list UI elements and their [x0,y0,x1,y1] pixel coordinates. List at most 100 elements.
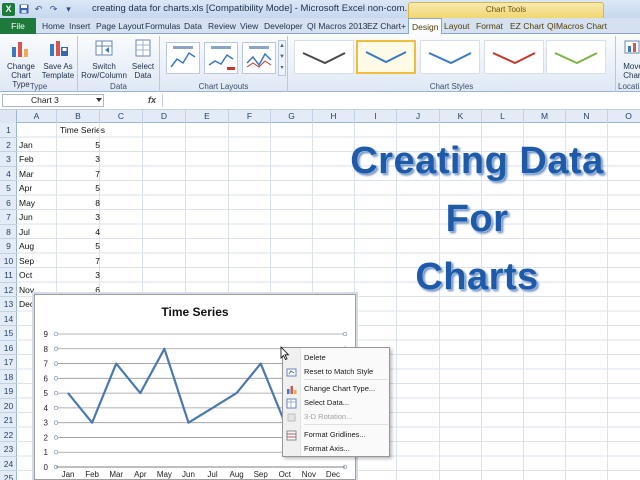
cell-value[interactable]: 7 [60,254,100,268]
row-header[interactable]: 16 [0,341,17,355]
cell-month[interactable]: Mar [19,167,34,181]
row-header[interactable]: 2 [0,138,17,152]
context-menu-item[interactable]: Change Chart Type... [283,382,389,396]
chart-style-2-selected[interactable] [356,40,416,74]
tab-ez-chart-plus[interactable]: EZ Chart+ [367,18,406,34]
redo-icon[interactable]: ↷ [47,3,60,16]
row-header[interactable]: 10 [0,254,17,268]
cell-month[interactable]: Jul [19,225,30,239]
tab-page-layout[interactable]: Page Layout [96,18,144,34]
cell-value[interactable]: 7 [60,167,100,181]
chart-style-1[interactable] [294,40,354,74]
cell-value[interactable]: 4 [60,225,100,239]
cell-value[interactable]: 5 [60,138,100,152]
customize-toolbar-icon[interactable]: ▾ [62,3,75,16]
cell-month[interactable]: Jan [19,138,33,152]
name-box[interactable]: Chart 3 [2,94,104,107]
gridline-handle[interactable] [53,405,59,411]
row-header[interactable]: 14 [0,312,17,326]
row-header[interactable]: 6 [0,196,17,210]
cell-month[interactable]: Oct [19,268,32,282]
tab-layout[interactable]: Layout [444,18,470,34]
chart-style-4[interactable] [484,40,544,74]
row-header[interactable]: 7 [0,210,17,225]
cell-value[interactable]: 3 [60,152,100,166]
row-header[interactable]: 3 [0,152,17,167]
tab-view[interactable]: View [240,18,258,34]
row-header[interactable]: 9 [0,239,17,254]
gridline-handle[interactable] [53,450,59,455]
context-menu-item[interactable]: Format Axis... [283,442,389,456]
column-header[interactable]: K [440,110,482,123]
context-menu-item[interactable]: Select Data... [283,396,389,410]
gridline-handle[interactable] [53,420,59,425]
cell-month[interactable]: Aug [19,239,34,253]
cell-month[interactable]: Apr [19,181,32,195]
chart-style-3[interactable] [420,40,480,74]
chart-style-5[interactable] [546,40,606,74]
tab-home[interactable]: Home [42,18,65,34]
tab-ez-chart[interactable]: EZ Chart [510,18,544,34]
cell-month[interactable]: Sep [19,254,34,268]
insert-function-icon[interactable]: fx [148,95,156,105]
row-header[interactable]: 22 [0,428,17,442]
chart-layout-2[interactable] [204,42,238,74]
select-all-button[interactable] [0,110,17,123]
column-header[interactable]: H [313,110,355,123]
tab-qimacros-chart[interactable]: QIMacros Chart [547,18,607,34]
tab-qi-macros[interactable]: QI Macros 2013 [307,18,367,34]
gridline-handle[interactable] [53,390,59,396]
cell-month[interactable]: Feb [19,152,34,166]
tab-file[interactable]: File [0,18,36,34]
column-header[interactable]: L [482,110,524,123]
column-header[interactable]: D [143,110,186,123]
row-header[interactable]: 21 [0,413,17,428]
gridline-handle[interactable] [53,376,59,381]
column-header[interactable]: N [566,110,608,123]
cell-month[interactable]: Nov [19,283,34,297]
column-header[interactable]: M [524,110,566,123]
cell-value[interactable]: 5 [60,239,100,253]
row-header[interactable]: 11 [0,268,17,283]
column-header[interactable]: C [100,110,143,123]
tab-format[interactable]: Format [476,18,503,34]
move-chart-button[interactable]: Move Chart [618,38,640,80]
gridline-handle[interactable] [53,435,59,440]
row-header[interactable]: 13 [0,297,17,312]
column-header[interactable]: F [229,110,271,123]
cell-value[interactable]: 3 [60,268,100,282]
tab-data[interactable]: Data [184,18,202,34]
gridline-handle[interactable] [53,346,59,351]
save-icon[interactable] [17,3,30,16]
row-header[interactable]: 19 [0,384,17,399]
context-menu-item[interactable]: Reset to Match Style [283,365,389,379]
tab-insert[interactable]: Insert [69,18,90,34]
row-header[interactable]: 1 [0,123,17,138]
tab-developer[interactable]: Developer [264,18,303,34]
row-header[interactable]: 18 [0,370,17,384]
column-header[interactable]: O [608,110,640,123]
cell-month[interactable]: Jun [19,210,33,224]
cell-value[interactable]: 3 [60,210,100,224]
chart-layout-1[interactable] [166,42,200,74]
row-header[interactable]: 12 [0,283,17,297]
layouts-gallery-scroll[interactable]: ▲ ▼ ▾ [278,40,286,76]
cell-value[interactable]: 8 [60,196,100,210]
column-header[interactable]: G [271,110,313,123]
switch-row-column-button[interactable]: Switch Row/Column [80,38,128,80]
cell-month[interactable]: May [19,196,35,210]
tab-review[interactable]: Review [208,18,236,34]
column-header[interactable]: A [17,110,57,123]
gridline-handle[interactable] [53,331,59,337]
excel-app-icon[interactable]: X [2,2,15,16]
row-header[interactable]: 23 [0,442,17,457]
row-header[interactable]: 8 [0,225,17,239]
tab-design[interactable]: Design [408,18,443,35]
select-data-button[interactable]: Select Data [128,38,158,80]
row-header[interactable]: 15 [0,326,17,341]
context-menu-item[interactable]: Format Gridlines... [283,428,389,442]
column-header[interactable]: E [186,110,229,123]
row-header[interactable]: 20 [0,399,17,413]
row-header[interactable]: 24 [0,457,17,471]
undo-icon[interactable]: ↶ [32,3,45,16]
